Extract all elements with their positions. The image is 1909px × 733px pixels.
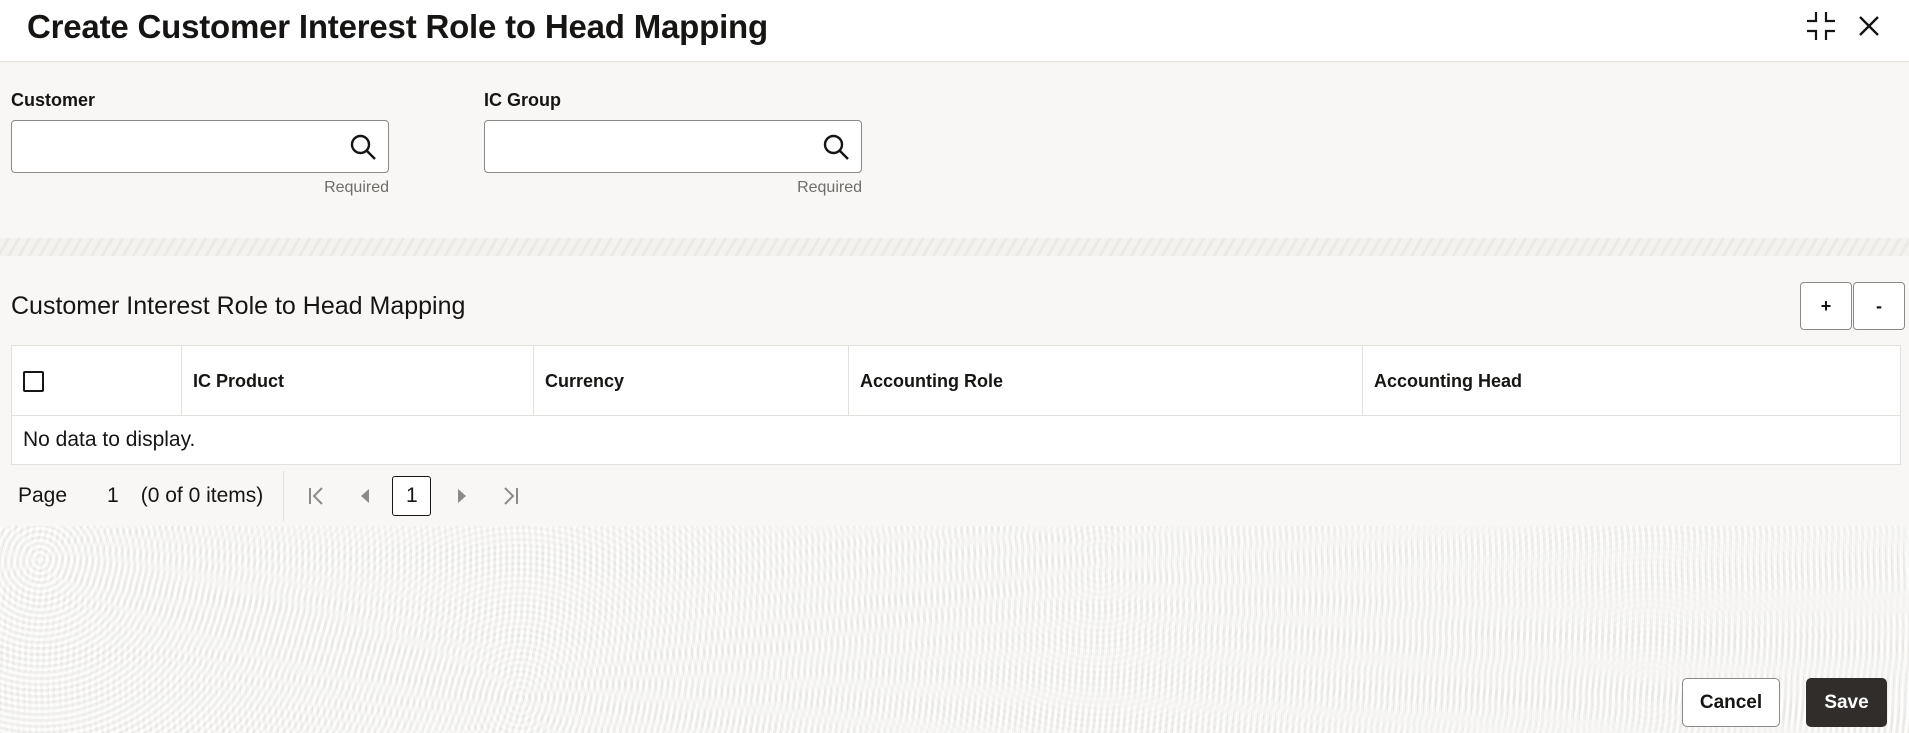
previous-page-icon[interactable] bbox=[352, 483, 378, 509]
pagination: Page 1 (0 of 0 items) 1 bbox=[11, 468, 611, 524]
ic-group-required-hint: Required bbox=[797, 179, 862, 196]
dialog-header: Create Customer Interest Role to Head Ma… bbox=[0, 0, 1909, 62]
last-page-icon[interactable] bbox=[497, 483, 523, 509]
ic-group-input[interactable] bbox=[485, 121, 805, 172]
table-header: IC Product Currency Accounting Role Acco… bbox=[12, 346, 1900, 416]
close-icon[interactable] bbox=[1851, 8, 1887, 44]
customer-input[interactable] bbox=[12, 121, 332, 172]
mapping-table: IC Product Currency Accounting Role Acco… bbox=[11, 345, 1901, 465]
page-label: Page bbox=[18, 484, 68, 507]
ic-group-input-wrapper[interactable] bbox=[484, 120, 862, 173]
column-header-accounting-role[interactable]: Accounting Role bbox=[849, 346, 1363, 416]
ic-group-label: IC Group bbox=[484, 90, 561, 110]
search-icon[interactable] bbox=[348, 132, 378, 162]
compress-icon[interactable] bbox=[1803, 8, 1839, 44]
section-divider bbox=[0, 238, 1909, 256]
add-row-button[interactable]: + bbox=[1800, 282, 1852, 330]
grid-title: Customer Interest Role to Head Mapping bbox=[11, 292, 466, 320]
column-header-ic-product[interactable]: IC Product bbox=[182, 346, 534, 416]
page-title: Create Customer Interest Role to Head Ma… bbox=[27, 8, 768, 45]
select-all-checkbox[interactable] bbox=[23, 370, 44, 392]
customer-label: Customer bbox=[11, 90, 96, 110]
pager-separator bbox=[283, 471, 285, 521]
ic-group-field: IC Group Required bbox=[484, 90, 862, 197]
current-page-button[interactable]: 1 bbox=[392, 476, 432, 516]
select-all-column bbox=[12, 346, 182, 416]
page-number: 1 bbox=[107, 484, 119, 507]
remove-row-button[interactable]: - bbox=[1853, 282, 1905, 330]
customer-required-hint: Required bbox=[324, 179, 389, 196]
cancel-button[interactable]: Cancel bbox=[1682, 678, 1780, 727]
search-icon[interactable] bbox=[821, 132, 851, 162]
item-count: (0 of 0 items) bbox=[140, 484, 264, 507]
save-button[interactable]: Save bbox=[1806, 678, 1887, 727]
customer-input-wrapper[interactable] bbox=[11, 120, 389, 173]
next-page-icon[interactable] bbox=[449, 483, 475, 509]
first-page-icon[interactable] bbox=[304, 483, 330, 509]
column-header-accounting-head[interactable]: Accounting Head bbox=[1363, 346, 1900, 416]
form-section: Customer Required IC Group Required bbox=[0, 62, 1909, 238]
mapping-grid-section: Customer Interest Role to Head Mapping +… bbox=[0, 256, 1909, 526]
column-header-currency[interactable]: Currency bbox=[534, 346, 849, 416]
customer-field: Customer Required bbox=[11, 90, 389, 197]
empty-table-message: No data to display. bbox=[23, 428, 196, 451]
